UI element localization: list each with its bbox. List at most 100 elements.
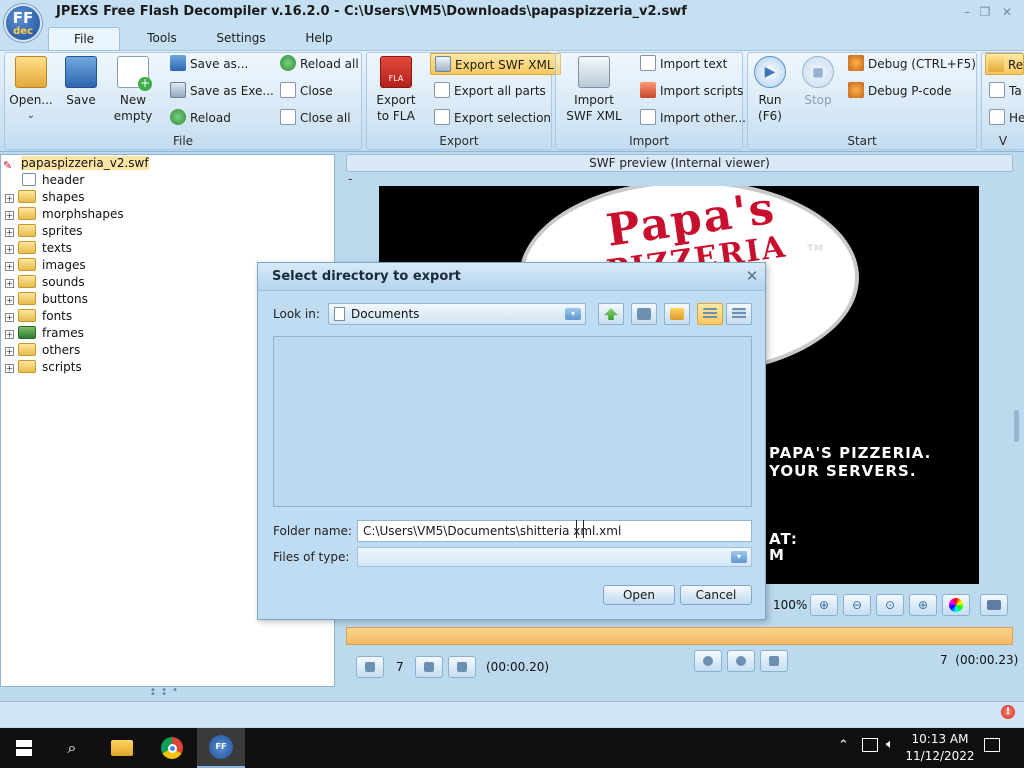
tree-node-buttons[interactable]: + buttons	[5, 291, 88, 308]
close-all-button[interactable]: Close all	[280, 107, 351, 129]
import-swf-xml-label-1: Import	[574, 93, 614, 107]
tree-node-sounds[interactable]: + sounds	[5, 274, 85, 291]
expand-icon[interactable]: +	[5, 194, 14, 203]
up-one-level-button[interactable]	[598, 303, 624, 325]
save-button[interactable]: Save	[60, 56, 102, 108]
tray-chevron-icon[interactable]: ⌃	[838, 738, 849, 753]
app-logo[interactable]: FF dec	[4, 4, 42, 42]
expand-icon[interactable]: +	[5, 211, 14, 220]
tree-node-shapes[interactable]: + shapes	[5, 189, 84, 206]
tree-root[interactable]: ✎ papaspizzeria_v2.swf	[3, 155, 149, 172]
expand-icon[interactable]: +	[5, 245, 14, 254]
ffdec-taskbar-button[interactable]: FF	[197, 728, 245, 768]
tree-node-morphshapes[interactable]: + morphshapes	[5, 206, 124, 223]
tree-node-others[interactable]: + others	[5, 342, 80, 359]
save-as-button[interactable]: Save as...	[170, 53, 248, 75]
partial-button-3[interactable]: He	[989, 107, 1024, 129]
import-other-button[interactable]: Import other...	[640, 107, 746, 129]
tree-node-frames[interactable]: + frames	[5, 325, 84, 342]
expand-icon[interactable]: +	[5, 347, 14, 356]
expand-icon[interactable]: +	[5, 330, 14, 339]
cancel-button[interactable]: Cancel	[680, 585, 752, 605]
list-view-button[interactable]	[697, 303, 723, 325]
expand-icon[interactable]: +	[5, 228, 14, 237]
close-button[interactable]: ✕	[998, 5, 1016, 21]
loop-button[interactable]	[760, 650, 788, 672]
minimize-button[interactable]: –	[958, 5, 976, 21]
tab-settings[interactable]: Settings	[206, 27, 276, 50]
export-selection-button[interactable]: Export selection	[434, 107, 551, 129]
network-icon[interactable]	[862, 738, 878, 752]
import-scripts-button[interactable]: Import scripts	[640, 80, 743, 102]
debug-button[interactable]: Debug (CTRL+F5)	[848, 53, 976, 75]
background-color-button[interactable]	[942, 594, 970, 616]
folder-name-input[interactable]: C:\Users\VM5\Documents\shitteria xml.xml	[357, 520, 752, 542]
tree-node-header[interactable]: header	[5, 172, 84, 189]
partial-icon-3	[989, 109, 1005, 125]
details-view-button[interactable]	[726, 303, 752, 325]
new-folder-button[interactable]	[664, 303, 690, 325]
import-text-button[interactable]: Import text	[640, 53, 727, 75]
notifications-icon[interactable]	[984, 738, 1000, 752]
tree-node-texts[interactable]: + texts	[5, 240, 72, 257]
chrome-button[interactable]	[148, 728, 196, 768]
zoom-fit-button[interactable]: ⊙	[876, 594, 904, 616]
preview-scrollbar[interactable]	[1014, 410, 1019, 442]
tab-help[interactable]: Help	[292, 27, 346, 50]
import-swf-xml-button[interactable]: Import SWF XML	[562, 56, 626, 124]
new-file-icon: +	[117, 56, 152, 91]
next-frame-button[interactable]	[415, 656, 443, 678]
taskbar-clock[interactable]: 10:13 AM 11/12/2022	[902, 731, 978, 765]
dialog-close-icon[interactable]: ✕	[744, 268, 760, 284]
play-button[interactable]	[694, 650, 722, 672]
export-swf-xml-button[interactable]: Export SWF XML	[430, 53, 561, 75]
export-all-parts-button[interactable]: Export all parts	[434, 80, 546, 102]
debug-pcode-button[interactable]: Debug P-code	[848, 80, 952, 102]
reload-label: Reload	[190, 111, 231, 125]
look-in-select[interactable]: Documents ▾	[328, 303, 586, 325]
pause-button[interactable]	[448, 656, 476, 678]
open-button[interactable]: Open... ⌄	[8, 56, 54, 124]
desktop-button[interactable]	[631, 303, 657, 325]
open-button-dialog[interactable]: Open	[603, 585, 675, 605]
tree-node-fonts[interactable]: + fonts	[5, 308, 72, 325]
files-of-type-select[interactable]: ▾	[357, 547, 752, 567]
zoom-reset-button[interactable]: ⊕	[909, 594, 937, 616]
file-list[interactable]	[273, 336, 752, 507]
export-to-fla-button[interactable]: FLA Export to FLA	[372, 56, 420, 124]
snapshot-button[interactable]	[980, 594, 1008, 616]
rewind-button[interactable]	[356, 656, 384, 678]
run-button[interactable]: ▶ Run (F6)	[750, 56, 790, 124]
partial-button-1[interactable]: Re	[985, 53, 1024, 75]
partial-button-2[interactable]: Ta	[989, 80, 1022, 102]
chevron-down-icon: ▾	[565, 308, 581, 320]
save-as-exe-button[interactable]: Save as Exe...	[170, 80, 274, 102]
stop-button[interactable]: ■ Stop	[798, 56, 838, 108]
expand-icon[interactable]: +	[5, 262, 14, 271]
file-explorer-button[interactable]	[98, 728, 146, 768]
tree-node-images[interactable]: + images	[5, 257, 86, 274]
search-button[interactable]: ⌕	[48, 728, 96, 768]
expand-icon[interactable]: +	[5, 364, 14, 373]
reload-all-button[interactable]: Reload all	[280, 53, 359, 75]
new-empty-button[interactable]: + New empty	[110, 56, 156, 124]
volume-icon[interactable]: 🔈︎	[886, 737, 894, 752]
expand-icon[interactable]: +	[5, 279, 14, 288]
expand-icon[interactable]: +	[5, 313, 14, 322]
start-button[interactable]	[0, 728, 48, 768]
tree-node-sprites[interactable]: + sprites	[5, 223, 82, 240]
timeline-bar[interactable]	[346, 627, 1013, 645]
reload-button[interactable]: Reload	[170, 107, 231, 129]
zoom-out-button[interactable]: ⊖	[843, 594, 871, 616]
error-icon[interactable]: !	[1001, 705, 1015, 719]
close-file-button[interactable]: Close	[280, 80, 333, 102]
group-label-import: Import	[629, 134, 669, 148]
tab-tools[interactable]: Tools	[132, 27, 192, 50]
stop-playback-button[interactable]	[727, 650, 755, 672]
restore-button[interactable]: ❐	[976, 5, 994, 21]
panel-splitter[interactable]: • • • • •	[150, 686, 184, 700]
tab-file[interactable]: File	[48, 27, 120, 50]
tree-node-scripts[interactable]: + scripts	[5, 359, 82, 376]
zoom-in-button[interactable]: ⊕	[810, 594, 838, 616]
expand-icon[interactable]: +	[5, 296, 14, 305]
